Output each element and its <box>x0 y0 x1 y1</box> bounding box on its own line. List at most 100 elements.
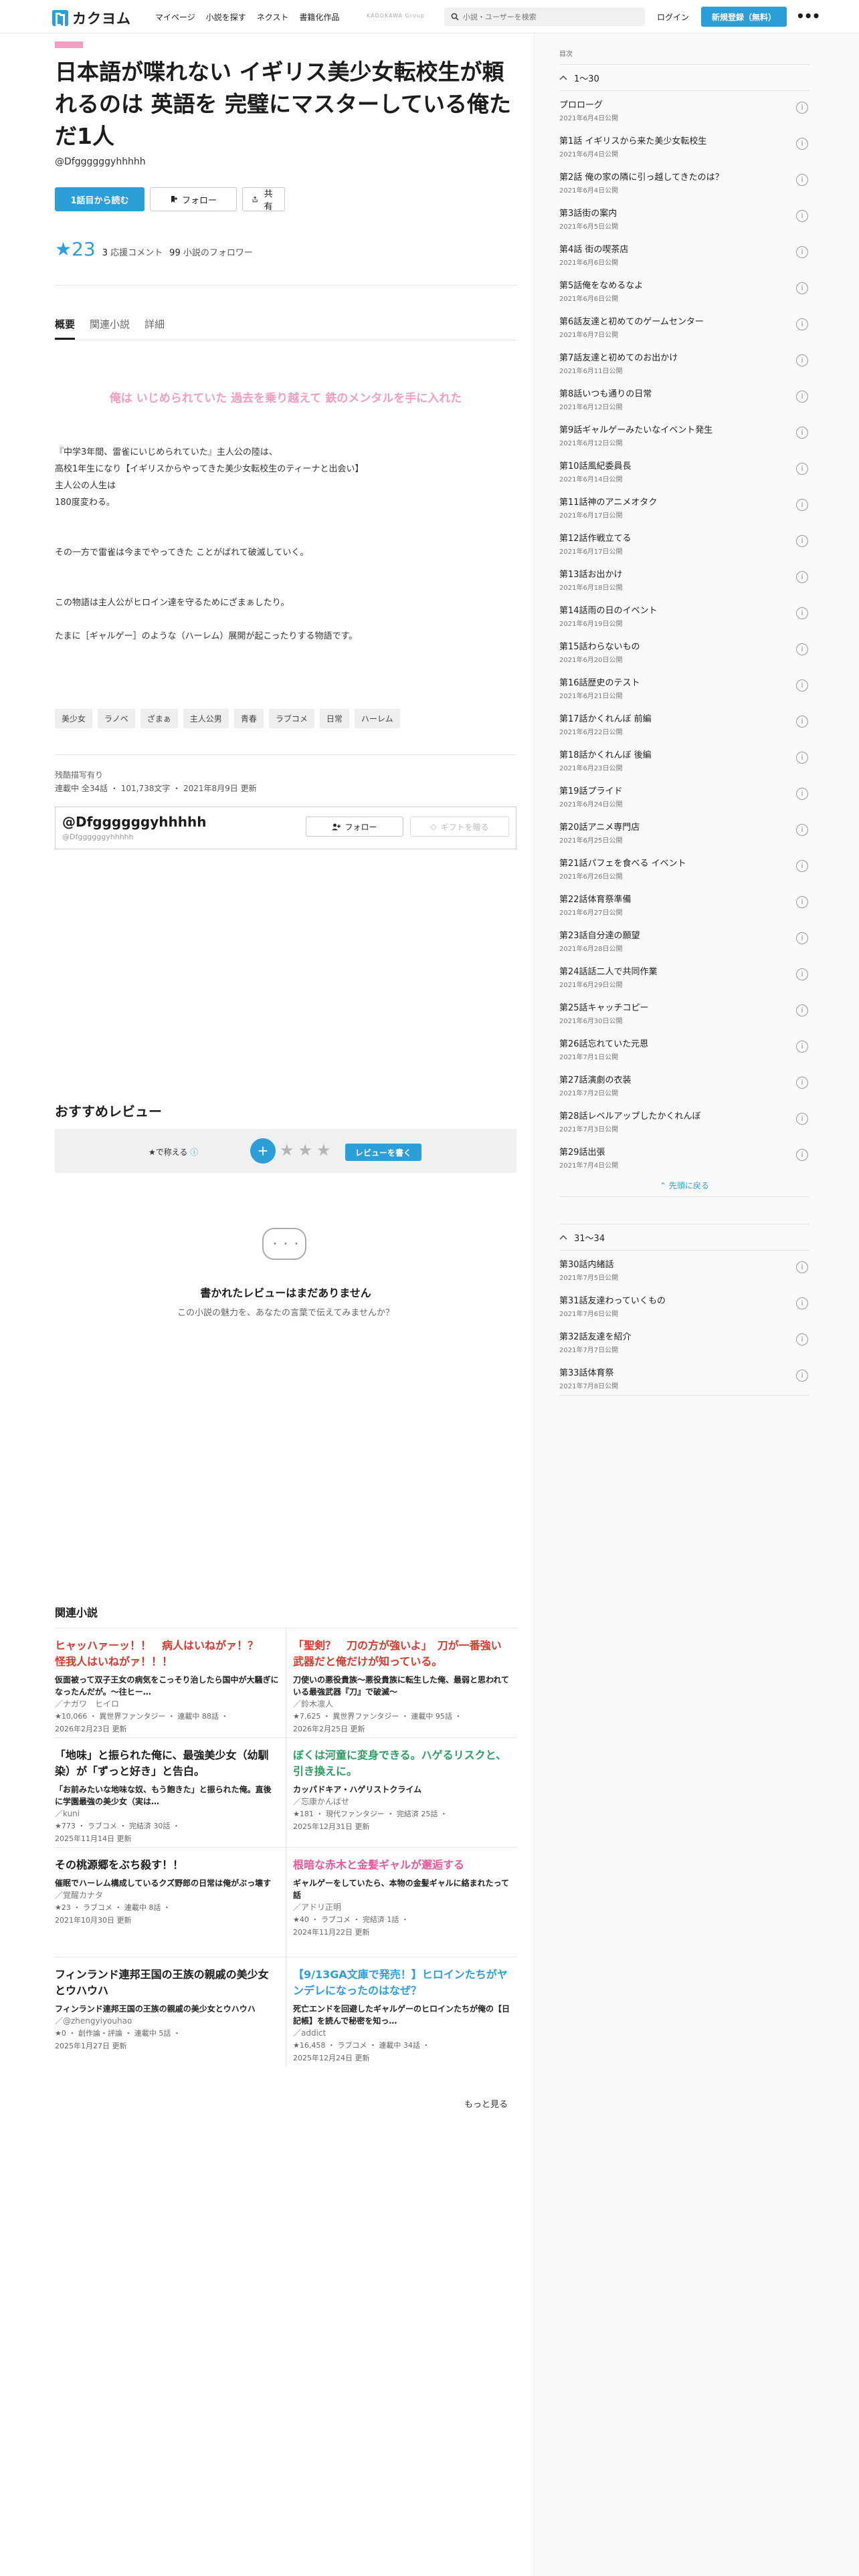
episode-info-icon[interactable]: i <box>796 1004 808 1016</box>
episode-title[interactable]: 第27話演劇の衣装 <box>559 1073 809 1085</box>
episode-title[interactable]: 第29話出張 <box>559 1145 809 1158</box>
nav-published[interactable]: 書籍化作品 <box>299 11 339 23</box>
related-novel-card[interactable]: 「聖剣？ 刀の方が強いよ」 刀が一番強い武器だと俺だけが知っている。 刀使いの悪… <box>286 1628 516 1737</box>
related-novel-card[interactable]: その桃源郷をぶち殺す！！ 催眠でハーレム構成しているクズ野郎の日常は俺がぶっ壊す… <box>55 1847 286 1957</box>
episode-title[interactable]: 第10話風紀委員長 <box>559 459 809 471</box>
tag-item[interactable]: 日常 <box>319 709 349 728</box>
episode-info-icon[interactable]: i <box>796 968 808 980</box>
episode-item[interactable]: 第16話歴史のテスト 2021年6月21日公開 i <box>559 669 809 705</box>
episode-title[interactable]: 第28話レベルアップしたかくれんぼ <box>559 1109 809 1121</box>
episode-title[interactable]: 第18話かくれんぼ 後編 <box>559 748 809 760</box>
follower-count[interactable]: 99 小説のフォロワー <box>169 245 253 258</box>
episode-item[interactable]: 第3話街の案内 2021年6月5日公開 i <box>559 199 809 235</box>
tab-overview[interactable]: 概要 <box>55 317 76 340</box>
site-logo[interactable]: カクヨム <box>52 8 131 28</box>
episode-title[interactable]: 第15話わらないもの <box>559 639 809 652</box>
help-icon[interactable]: ⓘ <box>190 1148 198 1157</box>
work-author-link[interactable]: @Dfggggggyhhhhh <box>55 156 146 167</box>
episode-info-icon[interactable]: i <box>796 102 808 114</box>
signup-button[interactable]: 新規登録（無料） <box>701 7 787 27</box>
episode-item[interactable]: 第24話話二人で共同作業 2021年6月29日公開 i <box>559 958 809 994</box>
episode-info-icon[interactable]: i <box>796 138 808 150</box>
episode-info-icon[interactable]: i <box>796 246 808 258</box>
episode-title[interactable]: 第25話キャッチコピー <box>559 1000 809 1013</box>
tag-item[interactable]: 主人公男 <box>183 709 229 728</box>
episode-item[interactable]: 第15話わらないもの 2021年6月20日公開 i <box>559 633 809 669</box>
star-icon[interactable]: ★ <box>316 1141 331 1160</box>
episode-title[interactable]: 第3話街の案内 <box>559 206 809 219</box>
episode-info-icon[interactable]: i <box>796 716 808 728</box>
episode-item[interactable]: 第2話 俺の家の隣に引っ越してきたのは？ 2021年6月4日公開 i <box>559 163 809 199</box>
episode-info-icon[interactable]: i <box>796 282 808 294</box>
episode-info-icon[interactable]: i <box>796 427 808 439</box>
related-novel-card[interactable]: ぼくは河童に変身できる。ハゲるリスクと、引き換えに。 カッパドキア・ハゲリストク… <box>286 1737 516 1847</box>
related-novel-title[interactable]: 「聖剣？ 刀の方が強いよ」 刀が一番強い武器だと俺だけが知っている。 <box>293 1638 510 1670</box>
episode-info-icon[interactable]: i <box>796 896 808 908</box>
episode-title[interactable]: 第4話 街の喫茶店 <box>559 242 809 255</box>
login-link[interactable]: ログイン <box>657 11 689 23</box>
related-novel-title[interactable]: 【9/13GA文庫で発売！】ヒロインたちがヤンデレになったのはなぜ？ <box>293 1967 510 1999</box>
search-box[interactable] <box>444 7 645 26</box>
episode-title[interactable]: 第30話内緒話 <box>559 1257 809 1270</box>
related-novel-title[interactable]: 「地味」と振られた俺に、最強美少女（幼馴染）が「ずっと好き」と告白。 <box>55 1747 279 1780</box>
episode-title[interactable]: 第6話友達と初めてのゲームセンター <box>559 314 809 327</box>
episode-title[interactable]: 第21話パフェを食べる イベント <box>559 856 809 869</box>
episode-info-icon[interactable]: i <box>796 1297 808 1309</box>
episode-title[interactable]: 第9話ギャルゲーみたいなイベント発生 <box>559 423 809 435</box>
episode-info-icon[interactable]: i <box>796 1077 808 1089</box>
episode-title[interactable]: 第2話 俺の家の隣に引っ越してきたのは？ <box>559 170 809 183</box>
related-novel-author[interactable]: ／@zhengyiyouhao <box>55 2015 279 2026</box>
episode-item[interactable]: 第6話友達と初めてのゲームセンター 2021年6月7日公開 i <box>559 308 809 344</box>
episode-item[interactable]: 第5話俺をなめるなよ 2021年6月6日公開 i <box>559 272 809 308</box>
episode-info-icon[interactable]: i <box>796 1041 808 1053</box>
episode-title[interactable]: 第20話アニメ専門店 <box>559 820 809 833</box>
episode-title[interactable]: 第13話お出かけ <box>559 567 809 580</box>
episode-info-icon[interactable]: i <box>796 391 808 403</box>
episode-item[interactable]: 第17話かくれんぼ 前編 2021年6月22日公開 i <box>559 705 809 741</box>
episode-info-icon[interactable]: i <box>796 1370 808 1382</box>
related-novel-card[interactable]: 【9/13GA文庫で発売！】ヒロインたちがヤンデレになったのはなぜ？ 死亡エンド… <box>286 1957 516 2066</box>
episode-item[interactable]: 第11話神のアニメオタク 2021年6月17日公開 i <box>559 488 809 524</box>
episode-info-icon[interactable]: i <box>796 463 808 475</box>
episode-title[interactable]: プロローグ <box>559 98 809 110</box>
episode-item[interactable]: 第30話内緒話 2021年7月5日公開 i <box>559 1251 809 1287</box>
tag-item[interactable]: ざまぁ <box>140 709 178 728</box>
tag-item[interactable]: 美少女 <box>55 709 93 728</box>
episode-info-icon[interactable]: i <box>796 1149 808 1161</box>
episode-info-icon[interactable]: i <box>796 824 808 836</box>
episode-info-icon[interactable]: i <box>796 499 808 511</box>
episode-title[interactable]: 第11話神のアニメオタク <box>559 495 809 508</box>
episode-item[interactable]: 第20話アニメ専門店 2021年6月25日公開 i <box>559 813 809 849</box>
episode-info-icon[interactable]: i <box>796 1261 808 1273</box>
share-button[interactable]: 共有 <box>242 187 285 212</box>
episode-item[interactable]: 第27話演劇の衣装 2021年7月2日公開 i <box>559 1066 809 1102</box>
episode-item[interactable]: プロローグ 2021年6月4日公開 i <box>559 91 809 127</box>
episode-info-icon[interactable]: i <box>796 607 808 619</box>
related-novel-card[interactable]: フィンランド連邦王国の王族の親戚の美少女とウハウハ フィンランド連邦王国の王族の… <box>55 1957 286 2066</box>
tag-item[interactable]: ラブコメ <box>268 709 314 728</box>
episode-title[interactable]: 第8話いつも通りの日常 <box>559 387 809 399</box>
episode-item[interactable]: 第29話出張 2021年7月4日公開 i <box>559 1138 809 1174</box>
episode-title[interactable]: 第19話プライド <box>559 784 809 796</box>
episode-item[interactable]: 第23話自分達の願望 2021年6月28日公開 i <box>559 922 809 958</box>
related-novel-author[interactable]: ／addict <box>293 2027 510 2038</box>
follow-author-button[interactable]: フォロー <box>306 817 403 837</box>
star-icon[interactable]: ★ <box>298 1141 313 1160</box>
read-first-episode-button[interactable]: 1話目から読む <box>55 187 145 211</box>
tag-item[interactable]: ラノベ <box>98 709 135 728</box>
episode-info-icon[interactable]: i <box>796 174 808 186</box>
episode-info-icon[interactable]: i <box>796 210 808 222</box>
episode-info-icon[interactable]: i <box>796 932 808 944</box>
episode-item[interactable]: 第21話パフェを食べる イベント 2021年6月26日公開 i <box>559 849 809 885</box>
episode-item[interactable]: 第7話友達と初めてのお出かけ 2021年6月11日公開 i <box>559 344 809 380</box>
episode-item[interactable]: 第1話 イギリスから来た美少女転校生 2021年6月4日公開 i <box>559 127 809 163</box>
gift-button[interactable]: ◇ ギフトを贈る <box>410 817 509 837</box>
related-novel-title[interactable]: ヒャッハァーッ！！ 病人はいねがァ！？ 怪我人はいねがァ！！！ <box>55 1638 279 1670</box>
nav-mypage[interactable]: マイページ <box>155 11 195 23</box>
follow-work-button[interactable]: フォロー <box>150 187 237 211</box>
episode-title[interactable]: 第14話雨の日のイベント <box>559 603 809 616</box>
episode-info-icon[interactable]: i <box>796 535 808 547</box>
episode-info-icon[interactable]: i <box>796 1113 808 1125</box>
related-novel-card[interactable]: ヒャッハァーッ！！ 病人はいねがァ！？ 怪我人はいねがァ！！！ 仮面被って双子王… <box>55 1628 286 1737</box>
episode-item[interactable]: 第33話体育祭 2021年7月8日公開 i <box>559 1359 809 1395</box>
